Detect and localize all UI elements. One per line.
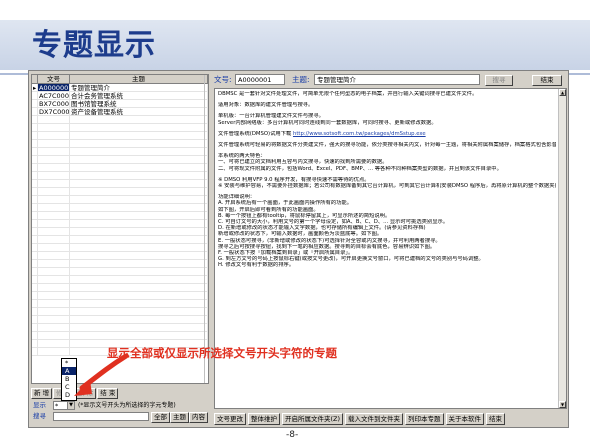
slide-title: 专题显示 <box>32 28 156 63</box>
download-link[interactable]: http://www.sotsoft.com.tw/packages/dmSst… <box>293 131 426 137</box>
annotation-text: 显示全部或仅显示所选择文号开头字符的专题 <box>107 346 337 360</box>
exit-button[interactable]: 结束 <box>486 413 506 425</box>
change-num-button[interactable]: 文号更改 <box>214 413 246 425</box>
row-topic[interactable]: 资产设备管理系统 <box>70 108 208 115</box>
row-num[interactable]: AC7C0001 <box>38 92 70 99</box>
content-line: ※ 安装与维护容易，不需要外挂数据库；若公司有数据库备到其它台计算机，可到其它台… <box>218 183 556 190</box>
end-button[interactable]: 结束 <box>532 75 562 86</box>
table-row[interactable]: AC7C0001 合计会务管理系统 <box>32 92 208 100</box>
col-header-topic[interactable]: 主题 <box>70 75 208 83</box>
add-button[interactable]: 新 增 <box>31 388 53 399</box>
scroll-up-icon[interactable]: ▲ <box>559 89 566 96</box>
show-filter-select[interactable]: * ▼ <box>53 401 75 410</box>
about-button[interactable]: 关于本软件 <box>445 413 485 425</box>
load-file-button[interactable]: 载入文件到文件夹 <box>345 413 404 425</box>
annotation-arrow-icon <box>74 353 129 396</box>
row-num[interactable]: BX7C0001 <box>38 100 70 107</box>
show-label: 显示 <box>33 401 46 409</box>
right-button-bar: 文号更改 整体维护 开启所属文件夹(Z) 载入文件到文件夹 列印本专题 关于本软… <box>214 413 567 425</box>
table-row[interactable]: DX7C0001资产设备管理系统 <box>32 108 208 116</box>
open-folder-button[interactable]: 开启所属文件夹(Z) <box>282 413 344 425</box>
vertical-scrollbar[interactable]: ▲ ▼ <box>558 89 566 408</box>
content-line: H. 修改文号有利于数据的排序。 <box>218 262 295 269</box>
search-label: 搜寻 <box>33 412 46 420</box>
row-topic[interactable]: 合计会务管理系统 <box>70 92 208 99</box>
topic-field[interactable]: 专题管理简介 <box>314 74 480 85</box>
row-num[interactable]: A0000001 <box>38 84 70 91</box>
row-topic[interactable]: 专题管理简介 <box>70 84 208 91</box>
slide: 专题显示 文号 主题 ▸ A0000001 专题管理简介 AC7C0001 合计会务管理… <box>0 0 590 445</box>
search-row: 搜寻 全部 主题 内容 <box>31 411 209 423</box>
content-line: 文件管理系统可轻易的将数据文件分类建文件，强大的搜寻功能，依分类搜寻相关内文，针… <box>218 142 556 149</box>
table-row[interactable]: BX7C0001 图书馆管理系统 <box>32 100 208 108</box>
row-topic[interactable]: 图书馆管理系统 <box>70 100 208 107</box>
page-number: -8- <box>286 430 299 440</box>
topic-label: 主题: <box>292 75 310 84</box>
col-header-num[interactable]: 文号 <box>38 75 70 83</box>
search-all-button[interactable]: 全部 <box>151 412 170 423</box>
search-content-button[interactable]: 内容 <box>189 412 208 423</box>
topic-table: 文号 主题 ▸ A0000001 专题管理简介 AC7C0001 合计会务管理系统 BX7… <box>31 74 209 384</box>
num-field[interactable]: A0000001 <box>235 74 285 85</box>
maintenance-button[interactable]: 整体维护 <box>248 413 280 425</box>
search-topic-button[interactable]: 主题 <box>170 412 189 423</box>
chevron-down-icon[interactable]: ▼ <box>67 402 74 409</box>
row-num[interactable]: DX7C0001 <box>38 108 70 115</box>
scroll-down-icon[interactable]: ▼ <box>559 401 566 408</box>
search-input[interactable] <box>53 412 149 421</box>
table-row[interactable]: ▸ A0000001 专题管理简介 <box>32 84 208 92</box>
table-header: 文号 主题 <box>32 75 208 84</box>
num-label: 文号: <box>214 75 232 84</box>
search-button[interactable]: 搜寻 <box>485 75 513 86</box>
print-button[interactable]: 列印本专题 <box>405 413 444 425</box>
right-header: 文号: A0000001 主题: 专题管理简介 搜寻 结束 <box>214 74 567 86</box>
